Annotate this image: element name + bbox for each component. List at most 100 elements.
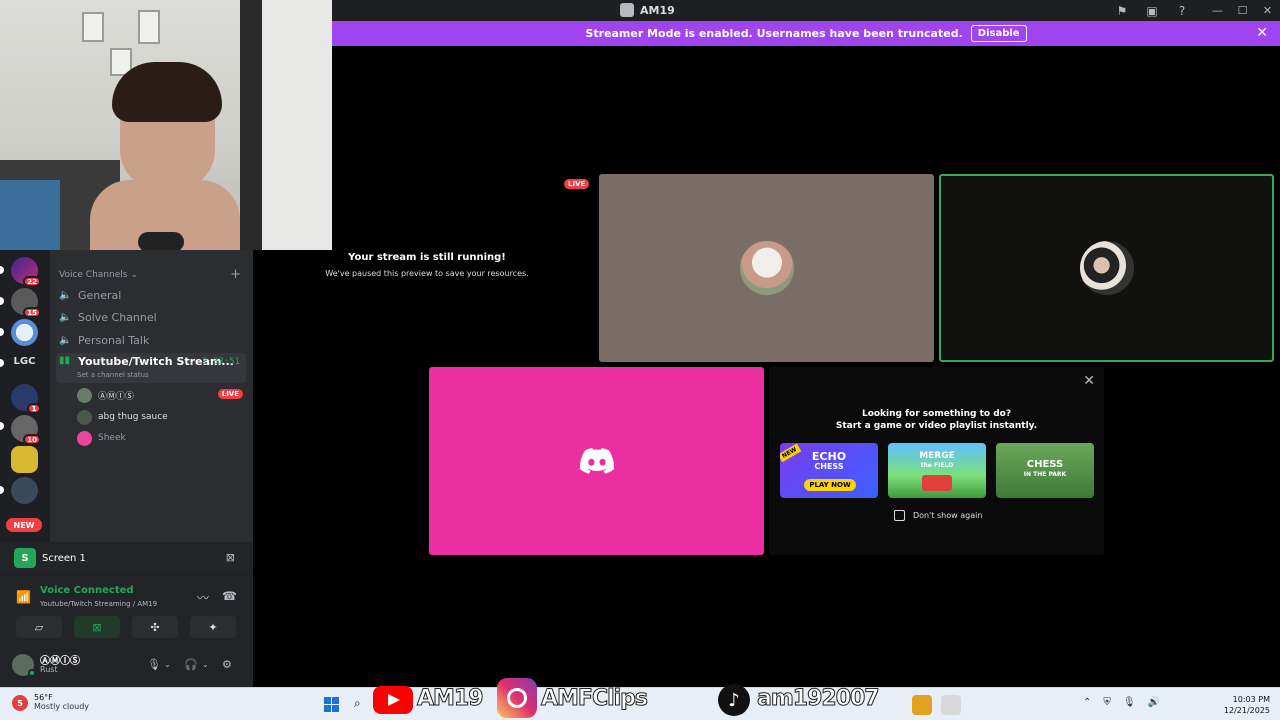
server-icon[interactable] <box>11 477 38 504</box>
mention-badge: 1 <box>27 403 41 414</box>
title-bar-actions: ⚑ ▣ ? — ☐ ✕ <box>1103 0 1280 21</box>
search-icon[interactable]: ⌕ <box>354 696 361 711</box>
game-subtitle: IN THE PARK <box>1023 471 1067 478</box>
voice-activity-icon: ▮▮ <box>59 355 71 366</box>
game-chess-in-the-park[interactable]: CHESS IN THE PARK <box>996 443 1094 498</box>
add-channel-icon[interactable]: + <box>230 267 241 282</box>
checkbox-box[interactable] <box>894 510 905 521</box>
security-icon[interactable]: ⛨ <box>1103 697 1111 708</box>
mention-badge: 22 <box>23 276 41 287</box>
soundboard-button[interactable]: ✦ <box>190 616 236 638</box>
weather-description: Mostly cloudy <box>34 702 89 711</box>
noise-suppression-icon[interactable]: 〰 <box>197 589 209 606</box>
close-window-button[interactable]: ✕ <box>1255 0 1280 21</box>
activities-button[interactable]: ✣ <box>132 616 178 638</box>
channel-stream-active[interactable]: ▮▮ Youtube/Twitch Stream... 2:33:51 Set … <box>56 353 246 383</box>
settings-gear-icon[interactable]: ⚙ <box>222 658 232 671</box>
door-panel <box>262 0 332 250</box>
avatar <box>739 241 794 295</box>
voice-status[interactable]: Voice Connected <box>40 585 134 596</box>
activity-title: Looking for something to do? <box>861 409 1012 419</box>
server-icon[interactable]: 15 <box>11 288 41 318</box>
close-icon[interactable]: ✕ <box>1083 373 1095 389</box>
weather-widget[interactable]: 5 56°F Mostly cloudy <box>12 693 89 711</box>
participant-tile[interactable] <box>599 174 934 362</box>
dont-show-again-checkbox[interactable]: Don't show again <box>894 510 982 521</box>
channel-name: Personal Talk <box>78 333 150 347</box>
unread-pill <box>0 297 4 305</box>
chevron-up-icon[interactable]: ⌃ <box>1083 697 1091 708</box>
tractor-graphic <box>922 475 952 491</box>
speaker-icon: 🔈 <box>59 289 72 301</box>
game-title: MERGE <box>919 451 955 461</box>
voice-user[interactable]: abg thug sauce <box>77 407 247 427</box>
online-status-icon <box>28 669 36 677</box>
chevron-down-icon[interactable]: ⌄ <box>164 660 171 669</box>
avatar <box>1079 241 1134 295</box>
paused-title: Your stream is still running! <box>348 252 506 263</box>
window-title-text: AM19 <box>640 3 675 17</box>
minimize-button[interactable]: — <box>1205 0 1230 21</box>
clock[interactable]: 10:03 PM 12/21/2025 <box>1224 694 1270 716</box>
clock-date: 12/21/2025 <box>1223 706 1270 715</box>
play-now-button[interactable]: PLAY NOW <box>804 479 856 491</box>
activity-subtitle: Start a game or video playlist instantly… <box>835 421 1038 431</box>
microphone-icon[interactable]: 🎙 <box>1123 697 1136 708</box>
voice-user[interactable]: Sheek <box>77 428 247 448</box>
channel-solve[interactable]: 🔈 Solve Channel <box>56 307 246 327</box>
inbox-icon[interactable]: ⚑ <box>1111 0 1133 21</box>
participant-tile-speaking[interactable] <box>939 174 1274 362</box>
voice-panel: 📶 Voice Connected Youtube/Twitch Streami… <box>0 574 253 644</box>
volume-icon[interactable]: 🔊 <box>1148 697 1160 708</box>
app-icon[interactable] <box>941 695 961 715</box>
mention-badge: 15 <box>23 307 41 318</box>
server-icon[interactable]: 10 <box>11 415 41 445</box>
server-icon[interactable] <box>11 319 38 346</box>
help-icon[interactable]: ? <box>1171 0 1193 21</box>
chevron-down-icon: ⌄ <box>130 270 138 280</box>
webcam-overlay <box>0 0 332 250</box>
disconnect-icon[interactable]: ☎ <box>222 589 237 603</box>
category-label: Voice Channels <box>59 270 128 280</box>
server-icon[interactable] <box>11 446 38 473</box>
mention-badge: 10 <box>23 434 41 445</box>
signal-icon[interactable]: 📶 <box>16 590 31 604</box>
weather-temp: 56°F <box>34 693 53 702</box>
file-explorer-icon[interactable] <box>912 695 932 715</box>
game-merge-the-field[interactable]: MERGE the FIELD <box>888 443 986 498</box>
server-icon <box>620 3 634 17</box>
screen-share-icon[interactable]: ▣ <box>1141 0 1163 21</box>
banner-close-icon[interactable]: ✕ <box>1256 25 1268 41</box>
voice-user-name: abg thug sauce <box>98 412 168 422</box>
disable-streamer-mode-button[interactable]: Disable <box>970 25 1027 42</box>
voice-user[interactable]: ⒶⓂⒾⓈ LIVE <box>77 385 247 405</box>
maximize-button[interactable]: ☐ <box>1230 0 1255 21</box>
channel-personal-talk[interactable]: 🔈 Personal Talk <box>56 330 246 350</box>
camera-button[interactable]: ▱ <box>16 616 62 638</box>
new-servers-badge[interactable]: NEW <box>6 518 42 532</box>
chevron-down-icon[interactable]: ⌄ <box>202 660 209 669</box>
checkbox-label: Don't show again <box>913 511 983 520</box>
voice-user-name: Sheek <box>98 433 126 443</box>
channel-name: Solve Channel <box>78 310 157 324</box>
share-screen-button[interactable]: ⊠ <box>74 616 120 638</box>
start-button[interactable] <box>324 697 339 712</box>
server-icon[interactable]: 1 <box>11 384 41 414</box>
speaker-icon: 🔈 <box>59 311 72 323</box>
server-text-icon[interactable]: LGC <box>11 356 38 370</box>
stop-share-icon[interactable]: ⊠ <box>226 551 235 564</box>
channel-status[interactable]: Set a channel status <box>77 371 149 379</box>
game-echo-chess[interactable]: NEW ECHO CHESS PLAY NOW <box>780 443 878 498</box>
voice-location[interactable]: Youtube/Twitch Streaming / AM19 <box>40 600 157 608</box>
voice-channels-header[interactable]: Voice Channels ⌄ <box>59 270 138 280</box>
speaker-icon: 🔈 <box>59 334 72 346</box>
microphone-icon[interactable]: 🎙 <box>147 658 161 671</box>
streamer-banner-text: Streamer Mode is enabled. Usernames have… <box>585 27 963 40</box>
server-icon[interactable]: 22 <box>11 257 41 287</box>
participant-tile[interactable] <box>429 367 764 555</box>
headphones-icon[interactable]: 🎧 <box>184 658 198 671</box>
avatar <box>77 409 92 425</box>
streamer-mode-banner: Streamer Mode is enabled. Usernames have… <box>332 21 1280 46</box>
game-title: ECHO <box>811 450 847 463</box>
channel-general[interactable]: 🔈 General <box>56 285 246 305</box>
